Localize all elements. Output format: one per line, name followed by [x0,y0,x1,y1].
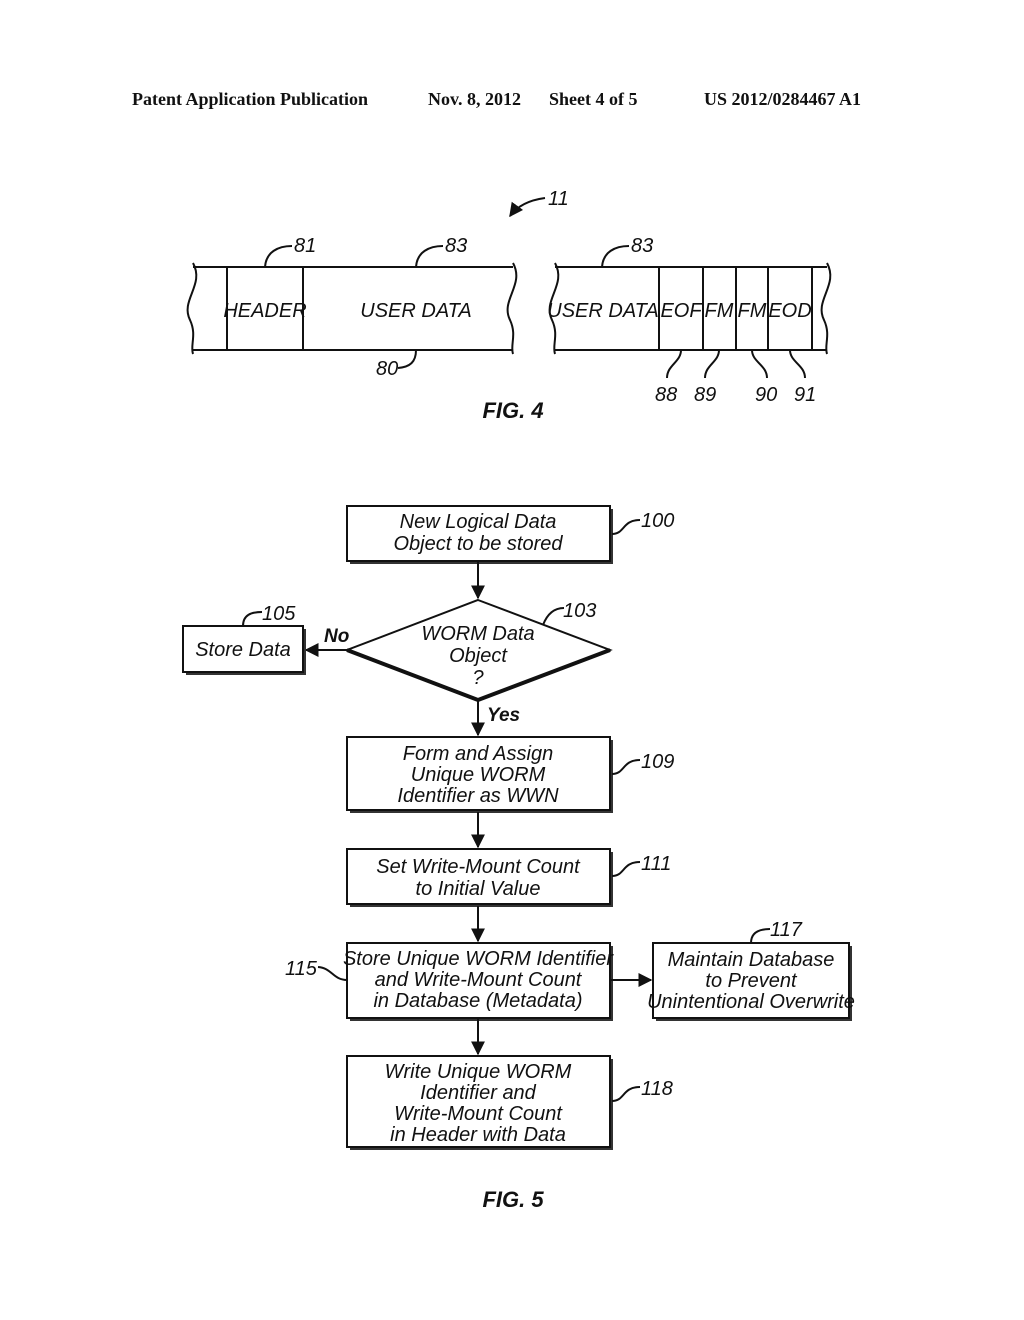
node-103-line-1: WORM Data [421,623,534,645]
ref-111: 111 [641,853,671,875]
ref-118: 118 [641,1078,673,1100]
ref-81: 81 [294,235,316,257]
node-103: WORM Data Object ? 103 [344,598,613,703]
ref-88: 88 [655,384,677,406]
ref-100: 100 [641,510,674,532]
node-111: Set Write-Mount Count to Initial Value 1… [346,848,671,907]
break-line-left [186,262,198,355]
cell-fm-1: FM [705,300,734,322]
node-117-line-2: to Prevent [705,970,798,992]
edge-label-yes: Yes [487,705,520,726]
node-103-line-2: Object [449,645,508,667]
ref-83-right: 83 [631,235,653,257]
node-115-line-1: Store Unique WORM Identifier [343,948,614,970]
node-109-line-3: Identifier as WWN [397,785,559,807]
cell-user-data: USER DATA [547,300,659,322]
node-100: New Logical Data Object to be stored 100 [346,505,674,564]
node-118-line-2: Identifier and [420,1082,537,1104]
cell-eod: EOD [768,300,811,322]
node-118-line-4: in Header with Data [390,1124,566,1146]
node-117: Maintain Database to Prevent Unintention… [647,919,855,1021]
fig5-caption: FIG. 5 [482,1187,544,1212]
patent-drawing: 11 HEADER USER DATA 81 83 80 USER DATA E… [182,188,855,1212]
ref-89: 89 [694,384,716,406]
node-109-line-2: Unique WORM [411,764,546,786]
edge-label-no: No [324,626,349,647]
ref-80: 80 [376,358,398,380]
node-118-line-3: Write-Mount Count [394,1103,563,1125]
cell-header: HEADER [223,300,306,322]
ref-91: 91 [794,384,816,406]
node-115-line-2: and Write-Mount Count [375,969,583,991]
node-115: Store Unique WORM Identifier and Write-M… [285,942,614,1021]
fig4: 11 HEADER USER DATA 81 83 80 USER DATA E… [186,188,832,423]
node-109-line-1: Form and Assign [403,743,553,765]
ref-109: 109 [641,751,674,773]
node-117-line-3: Unintentional Overwrite [647,991,855,1013]
tape-segment-right: USER DATA EOF FM FM EOD 83 88 89 90 91 [547,235,832,406]
node-109: Form and Assign Unique WORM Identifier a… [346,736,674,813]
ref-115: 115 [285,958,318,980]
node-118: Write Unique WORM Identifier and Write-M… [346,1055,673,1150]
node-105-line-1: Store Data [195,639,291,661]
break-line-right [820,262,832,355]
fig5: New Logical Data Object to be stored 100… [182,505,855,1212]
node-111-line-1: Set Write-Mount Count [376,856,581,878]
node-105: Store Data 105 [182,603,306,675]
ref-105: 105 [262,603,296,625]
node-115-line-3: in Database (Metadata) [373,990,582,1012]
ref-11: 11 [548,188,569,210]
cell-fm-2: FM [738,300,767,322]
fig4-caption: FIG. 4 [482,398,543,423]
tape-segment-left: HEADER USER DATA 81 83 80 [186,235,518,380]
node-100-line-2: Object to be stored [394,533,564,555]
break-line-right [506,262,518,355]
ref-90: 90 [755,384,777,406]
node-111-line-2: to Initial Value [416,878,541,900]
node-118-line-1: Write Unique WORM [385,1061,572,1083]
cell-user-data: USER DATA [360,300,472,322]
cell-eof: EOF [660,300,703,322]
node-100-line-1: New Logical Data [400,511,557,533]
node-117-line-1: Maintain Database [668,949,835,971]
ref-arrow-11 [509,197,546,218]
node-103-line-3: ? [472,667,484,689]
ref-117: 117 [770,919,803,941]
ref-83-left: 83 [445,235,467,257]
ref-103: 103 [563,600,596,622]
